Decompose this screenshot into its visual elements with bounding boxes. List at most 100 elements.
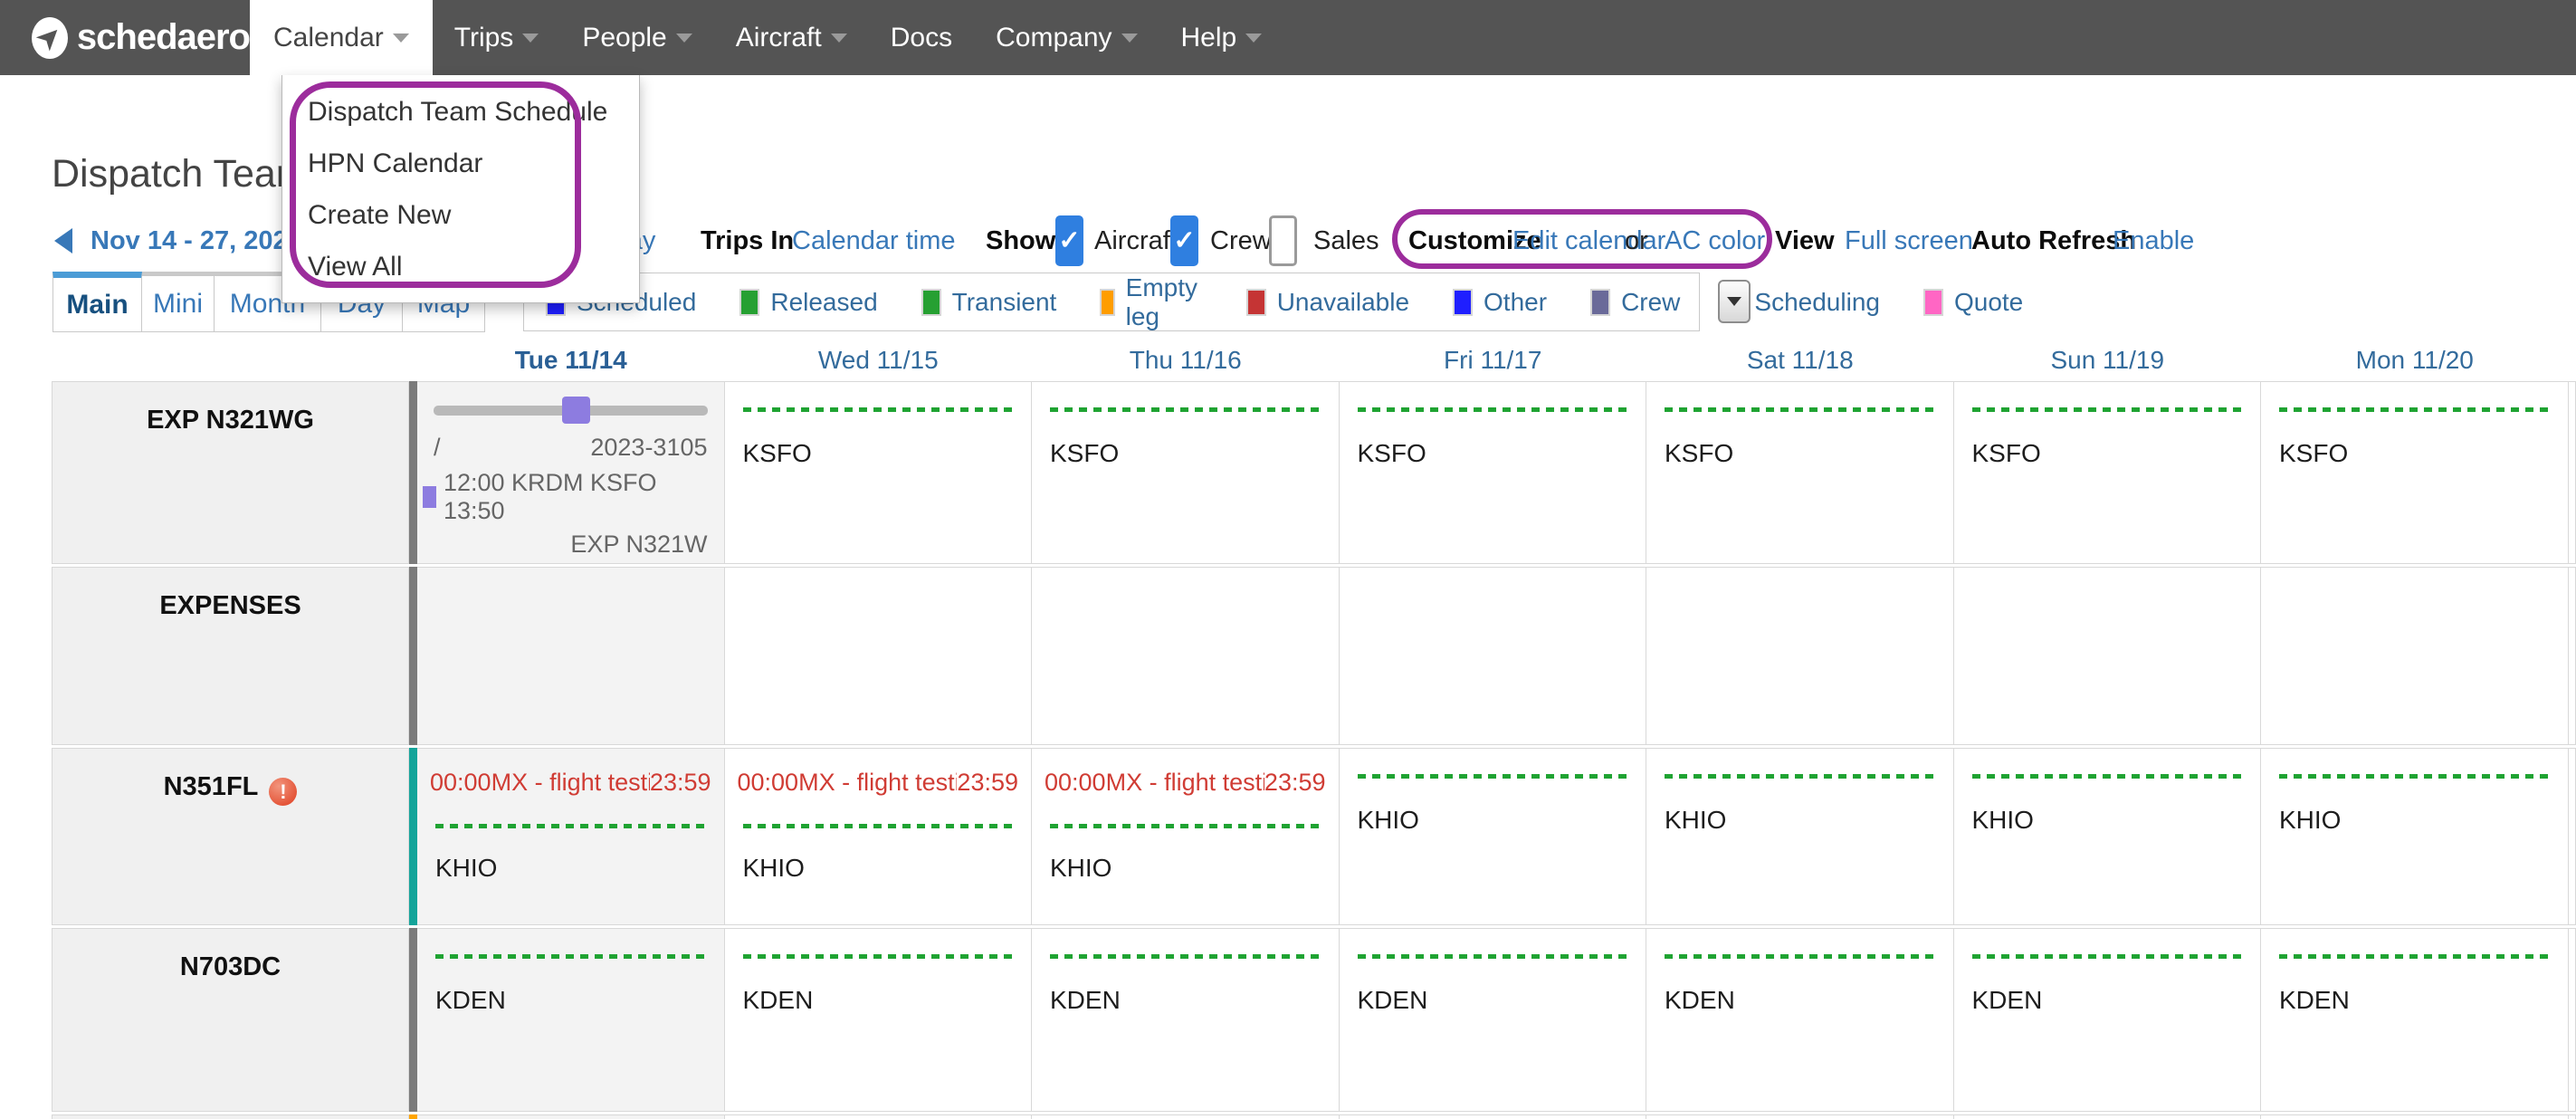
brand-name: schedaero bbox=[76, 17, 251, 57]
day-separator-dotted-line bbox=[1665, 954, 1935, 959]
menu-item-view-all[interactable]: View All bbox=[282, 241, 639, 292]
aircraft-registration: N703DC bbox=[179, 952, 281, 981]
airport-code: KDEN bbox=[742, 986, 814, 1014]
airport-code: KSFO bbox=[1665, 439, 1734, 467]
day-cell-partial bbox=[2568, 748, 2576, 925]
chevron-left-icon bbox=[54, 228, 72, 253]
mx-start: 00:00 bbox=[737, 769, 799, 796]
chevron-down-icon bbox=[522, 33, 539, 43]
legend-dropdown-button[interactable] bbox=[1718, 280, 1751, 323]
airport-code: KHIO bbox=[1050, 854, 1112, 882]
legend-swatch bbox=[1590, 288, 1611, 316]
day-cell[interactable]: / 2023-3105 12:00 KRDM KSFO 13:50 EXP N321W bbox=[417, 381, 725, 564]
airport-code: KSFO bbox=[1971, 439, 2041, 467]
day-cell[interactable] bbox=[1953, 1114, 2261, 1119]
airport-code: KDEN bbox=[1050, 986, 1121, 1014]
day-cell[interactable] bbox=[724, 567, 1032, 745]
day-separator-dotted-line bbox=[1971, 407, 2242, 412]
day-cell[interactable] bbox=[724, 1114, 1032, 1119]
chevron-down-icon bbox=[392, 33, 409, 43]
maintenance-entry[interactable]: 00:00 MX - flight testir 23:59 bbox=[1032, 769, 1339, 797]
aircraft-checkbox[interactable]: ✓ bbox=[1055, 215, 1083, 266]
day-separator-dotted-line bbox=[742, 954, 1013, 959]
legend-item-other: Other bbox=[1453, 288, 1547, 317]
airport-code: KHIO bbox=[742, 854, 805, 882]
day-cell[interactable]: KDEN bbox=[1339, 928, 1646, 1112]
day-cell[interactable] bbox=[1339, 1114, 1646, 1119]
prev-range-button[interactable] bbox=[54, 215, 72, 266]
full-screen-link[interactable]: Full screen bbox=[1845, 215, 1973, 266]
day-cell[interactable]: KDEN bbox=[1953, 928, 2261, 1112]
day-cell[interactable]: KHIO bbox=[1953, 748, 2261, 925]
day-cell[interactable]: KDEN bbox=[1646, 928, 1954, 1112]
calendar-time-link[interactable]: Calendar time bbox=[792, 215, 956, 266]
legend-swatch bbox=[1922, 288, 1943, 316]
day-cell[interactable]: 00:00 MX - flight testir 23:59 KHIO bbox=[724, 748, 1032, 925]
brand[interactable]: ➤ schedaero bbox=[0, 0, 251, 75]
legend-swatch bbox=[739, 288, 760, 316]
nav-item-people[interactable]: People bbox=[560, 0, 713, 75]
day-cell[interactable]: KSFO bbox=[724, 381, 1032, 564]
day-cell[interactable] bbox=[1953, 567, 2261, 745]
day-cell[interactable]: KDEN bbox=[724, 928, 1032, 1112]
trip-status-square bbox=[423, 486, 436, 508]
day-cell[interactable] bbox=[1646, 1114, 1954, 1119]
day-cell[interactable]: 00:00 MX - flight testir 23:59 KHIO bbox=[1032, 748, 1340, 925]
maintenance-entry[interactable]: 00:00 MX - flight testir 23:59 bbox=[725, 769, 1032, 797]
legend-swatch bbox=[921, 288, 941, 316]
aircraft-registration: EXPENSES bbox=[159, 591, 301, 620]
tab-main[interactable]: Main bbox=[52, 272, 142, 332]
day-cell[interactable] bbox=[1032, 567, 1340, 745]
nav-item-label: Trips bbox=[453, 22, 514, 53]
day-cell[interactable]: KSFO bbox=[1953, 381, 2261, 564]
legend-label: Released bbox=[770, 287, 878, 316]
menu-item-dispatch-team-schedule[interactable]: Dispatch Team Schedule bbox=[282, 86, 639, 138]
day-cell[interactable]: KSFO bbox=[1339, 381, 1646, 564]
day-cell[interactable] bbox=[1646, 567, 1954, 745]
row-label-N703DC: N703DC bbox=[52, 928, 409, 1112]
day-separator-dotted-line bbox=[742, 407, 1013, 412]
legend-label: Empty leg bbox=[1125, 273, 1197, 330]
sales-checkbox[interactable] bbox=[1269, 215, 1297, 266]
day-cell[interactable]: KDEN bbox=[417, 928, 725, 1112]
warning-icon[interactable]: ! bbox=[269, 778, 298, 806]
ac-color-link[interactable]: AC color bbox=[1665, 215, 1765, 266]
crew-checkbox[interactable]: ✓ bbox=[1170, 215, 1198, 266]
day-cell[interactable] bbox=[1032, 1114, 1340, 1119]
nav-item-docs[interactable]: Docs bbox=[869, 0, 974, 75]
day-cell[interactable]: KHIO bbox=[1339, 748, 1646, 925]
day-cell[interactable] bbox=[2261, 1114, 2569, 1119]
nav-item-calendar[interactable]: Calendar bbox=[250, 0, 433, 75]
trip-slider-handle[interactable] bbox=[562, 397, 591, 424]
day-cell[interactable] bbox=[2261, 567, 2569, 745]
airport-code: KDEN bbox=[1357, 986, 1428, 1014]
date-range-label[interactable]: Nov 14 - 27, 2023 bbox=[91, 215, 302, 266]
day-cell[interactable]: KSFO bbox=[2261, 381, 2569, 564]
or-label: or bbox=[1625, 226, 1648, 255]
airport-code: KDEN bbox=[2279, 986, 2350, 1014]
day-cell[interactable] bbox=[417, 1114, 725, 1119]
enable-auto-refresh-link[interactable]: Enable bbox=[2113, 215, 2194, 266]
legend-swatch bbox=[1245, 288, 1266, 316]
nav-item-trips[interactable]: Trips bbox=[433, 0, 561, 75]
tab-mini[interactable]: Mini bbox=[142, 272, 215, 332]
day-cell[interactable]: KDEN bbox=[1032, 928, 1340, 1112]
day-cell[interactable]: KHIO bbox=[1646, 748, 1954, 925]
menu-item-create-new[interactable]: Create New bbox=[282, 189, 639, 241]
nav-item-company[interactable]: Company bbox=[974, 0, 1159, 75]
day-cell[interactable]: 00:00 MX - flight testir 23:59 KHIO bbox=[417, 748, 725, 925]
day-cell[interactable]: KSFO bbox=[1032, 381, 1340, 564]
day-cell[interactable]: KDEN bbox=[2261, 928, 2569, 1112]
nav-item-help[interactable]: Help bbox=[1159, 0, 1284, 75]
nav-item-aircraft[interactable]: Aircraft bbox=[714, 0, 869, 75]
trip-timeline-slider[interactable] bbox=[434, 397, 708, 424]
day-cell[interactable]: KHIO bbox=[2261, 748, 2569, 925]
day-separator-dotted-line bbox=[1971, 774, 2242, 779]
day-cell-partial bbox=[2568, 567, 2576, 745]
menu-item-hpn-calendar[interactable]: HPN Calendar bbox=[282, 138, 639, 189]
crew-checkbox-label: Crew bbox=[1210, 226, 1272, 255]
maintenance-entry[interactable]: 00:00 MX - flight testir 23:59 bbox=[417, 769, 724, 797]
day-cell[interactable] bbox=[417, 567, 725, 745]
day-cell[interactable]: KSFO bbox=[1646, 381, 1954, 564]
day-cell[interactable] bbox=[1339, 567, 1646, 745]
